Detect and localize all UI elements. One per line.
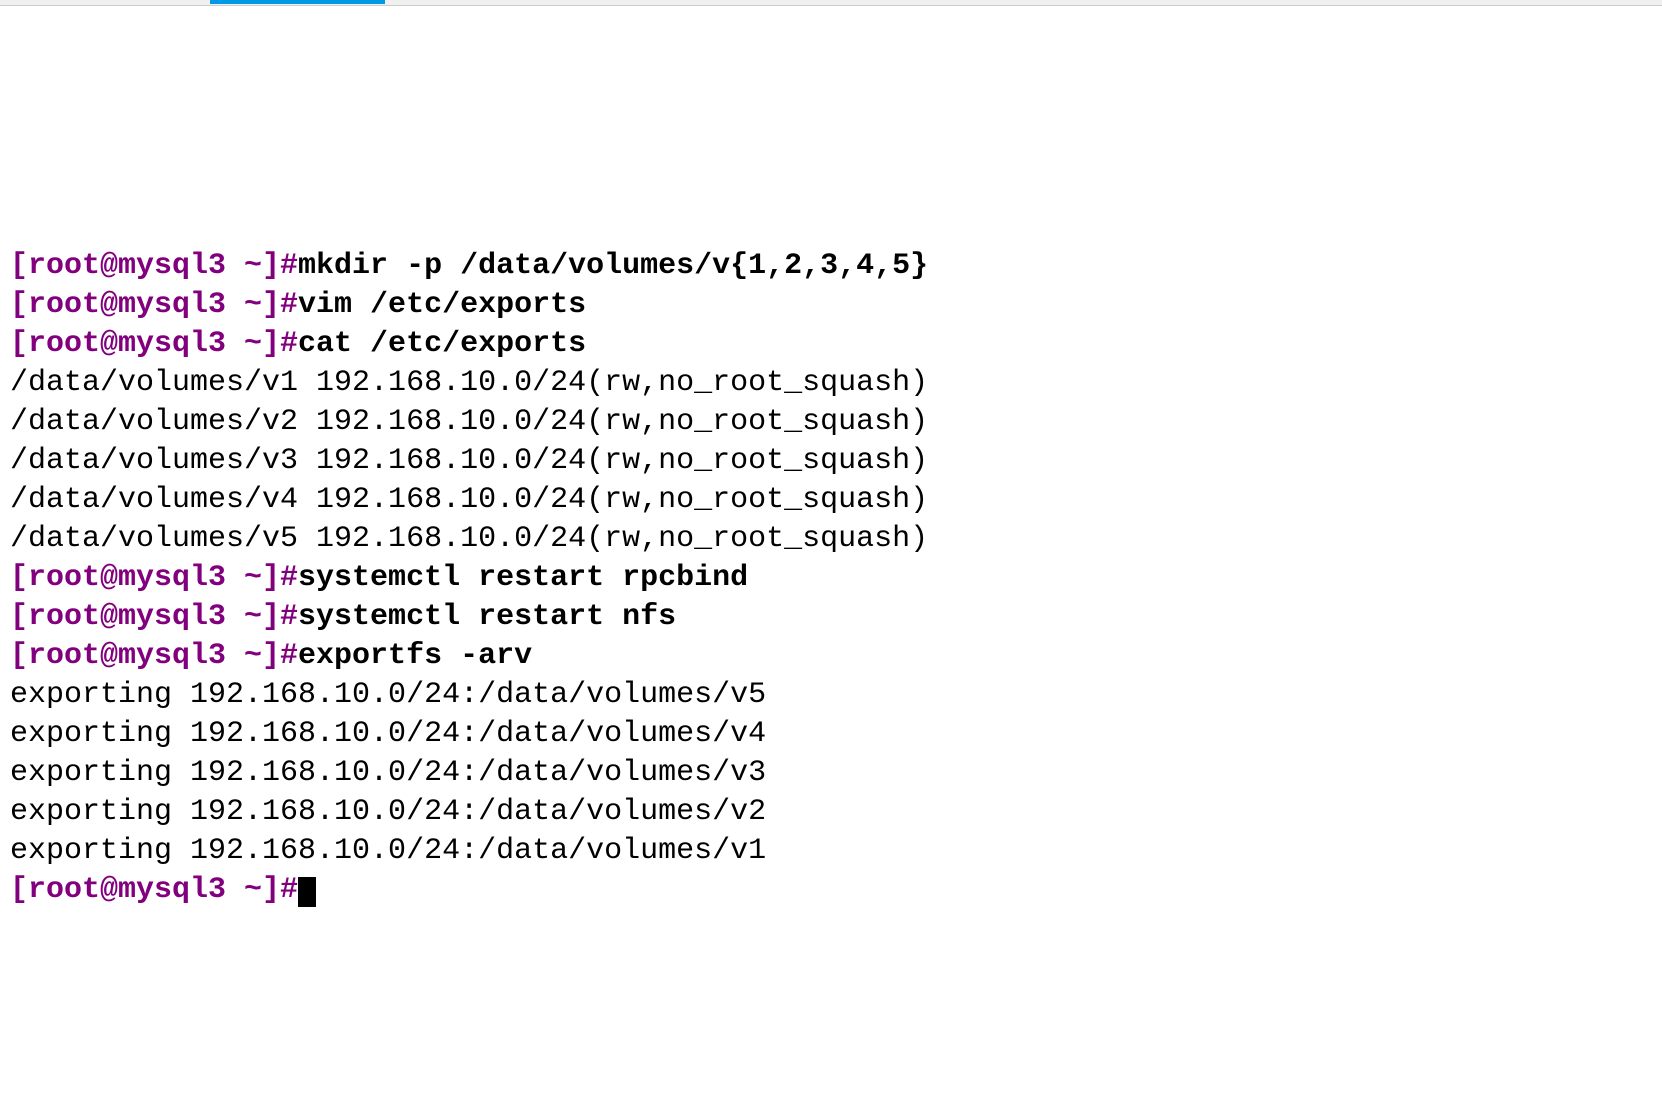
active-tab-indicator <box>210 0 385 4</box>
tab-bar <box>0 0 1662 6</box>
shell-command: systemctl restart rpcbind <box>298 561 748 595</box>
shell-output: /data/volumes/v3 192.168.10.0/24(rw,no_r… <box>10 444 928 478</box>
shell-prompt: [root@mysql3 ~]# <box>10 600 298 634</box>
terminal-line: /data/volumes/v3 192.168.10.0/24(rw,no_r… <box>10 442 1652 481</box>
shell-prompt: [root@mysql3 ~]# <box>10 327 298 361</box>
terminal-line: /data/volumes/v4 192.168.10.0/24(rw,no_r… <box>10 481 1652 520</box>
terminal-line: [root@mysql3 ~]#systemctl restart rpcbin… <box>10 559 1652 598</box>
shell-output: /data/volumes/v1 192.168.10.0/24(rw,no_r… <box>10 366 928 400</box>
cursor-icon <box>298 877 316 907</box>
terminal-line: [root@mysql3 ~]#systemctl restart nfs <box>10 598 1652 637</box>
shell-prompt: [root@mysql3 ~]# <box>10 249 298 283</box>
terminal-line: exporting 192.168.10.0/24:/data/volumes/… <box>10 676 1652 715</box>
terminal-line: exporting 192.168.10.0/24:/data/volumes/… <box>10 754 1652 793</box>
shell-command: systemctl restart nfs <box>298 600 676 634</box>
shell-output: /data/volumes/v4 192.168.10.0/24(rw,no_r… <box>10 483 928 517</box>
shell-output: exporting 192.168.10.0/24:/data/volumes/… <box>10 795 766 829</box>
shell-command: mkdir -p /data/volumes/v{1,2,3,4,5} <box>298 249 928 283</box>
shell-prompt: [root@mysql3 ~]# <box>10 288 298 322</box>
shell-output: exporting 192.168.10.0/24:/data/volumes/… <box>10 717 766 751</box>
shell-output: /data/volumes/v2 192.168.10.0/24(rw,no_r… <box>10 405 928 439</box>
terminal-line: [root@mysql3 ~]#cat /etc/exports <box>10 325 1652 364</box>
terminal-line: /data/volumes/v1 192.168.10.0/24(rw,no_r… <box>10 364 1652 403</box>
shell-command: vim /etc/exports <box>298 288 586 322</box>
terminal-line: [root@mysql3 ~]#vim /etc/exports <box>10 286 1652 325</box>
shell-prompt: [root@mysql3 ~]# <box>10 873 298 907</box>
terminal-line: [root@mysql3 ~]# <box>10 871 1652 910</box>
shell-output: /data/volumes/v5 192.168.10.0/24(rw,no_r… <box>10 522 928 556</box>
terminal-line: exporting 192.168.10.0/24:/data/volumes/… <box>10 832 1652 871</box>
terminal-output[interactable]: [root@mysql3 ~]#mkdir -p /data/volumes/v… <box>10 247 1652 910</box>
terminal-line: exporting 192.168.10.0/24:/data/volumes/… <box>10 793 1652 832</box>
shell-output: exporting 192.168.10.0/24:/data/volumes/… <box>10 678 766 712</box>
shell-output: exporting 192.168.10.0/24:/data/volumes/… <box>10 756 766 790</box>
shell-command: exportfs -arv <box>298 639 532 673</box>
shell-prompt: [root@mysql3 ~]# <box>10 561 298 595</box>
terminal-line: /data/volumes/v5 192.168.10.0/24(rw,no_r… <box>10 520 1652 559</box>
shell-command: cat /etc/exports <box>298 327 586 361</box>
shell-prompt: [root@mysql3 ~]# <box>10 639 298 673</box>
shell-output: exporting 192.168.10.0/24:/data/volumes/… <box>10 834 766 868</box>
terminal-line: exporting 192.168.10.0/24:/data/volumes/… <box>10 715 1652 754</box>
terminal-line: /data/volumes/v2 192.168.10.0/24(rw,no_r… <box>10 403 1652 442</box>
terminal-line: [root@mysql3 ~]#exportfs -arv <box>10 637 1652 676</box>
terminal-line: [root@mysql3 ~]#mkdir -p /data/volumes/v… <box>10 247 1652 286</box>
